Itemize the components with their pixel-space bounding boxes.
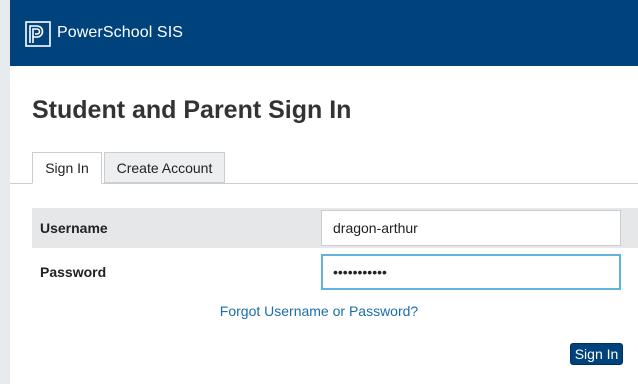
brand-name: PowerSchool SIS <box>57 24 184 41</box>
password-label: Password <box>40 264 107 280</box>
page-title: Student and Parent Sign In <box>32 96 352 124</box>
powerschool-logo-icon <box>25 21 51 47</box>
tab-create-account[interactable]: Create Account <box>104 152 225 183</box>
sign-in-button[interactable]: Sign In <box>570 343 623 365</box>
tab-sign-in[interactable]: Sign In <box>32 152 102 184</box>
username-row: Username <box>32 208 638 248</box>
username-label: Username <box>40 220 108 236</box>
password-row: Password <box>32 252 638 292</box>
app-header: PowerSchool SIS <box>10 0 638 66</box>
forgot-credentials-link[interactable]: Forgot Username or Password? <box>0 303 638 319</box>
password-input[interactable] <box>321 254 621 290</box>
username-input[interactable] <box>321 210 621 246</box>
page-frame: PowerSchool SIS Student and Parent Sign … <box>10 0 638 384</box>
tabs-divider <box>10 183 638 184</box>
